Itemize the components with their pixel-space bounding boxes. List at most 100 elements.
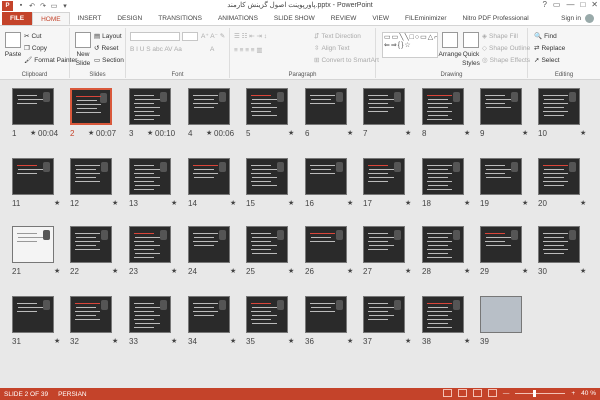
slide-thumbnail[interactable]: 33 ★ [129,296,177,346]
slide-preview[interactable] [246,158,288,195]
slide-preview[interactable] [12,226,54,263]
paste-button[interactable]: Paste [4,32,22,58]
slide-thumbnail[interactable]: 24 ★ [188,226,236,276]
section-button[interactable]: ▭ Section [94,56,124,65]
slide-preview[interactable] [129,88,171,125]
arrange-button[interactable]: Arrange [438,32,462,58]
slide-thumbnail[interactable]: 18 ★ [422,158,470,208]
transition-star-icon[interactable]: ★ [230,337,236,345]
help-button[interactable]: ? [542,0,546,9]
transition-star-icon[interactable]: ★ [147,129,153,137]
sign-in[interactable]: Sign in [561,14,594,23]
slide-thumbnail[interactable]: 3 ★ 00:10 [129,88,175,138]
transition-star-icon[interactable]: ★ [405,267,411,275]
transition-star-icon[interactable]: ★ [54,199,60,207]
transition-star-icon[interactable]: ★ [288,129,294,137]
slide-thumbnail[interactable]: 39 [480,296,522,346]
slide-preview[interactable] [246,88,288,125]
maximize-button[interactable]: □ [580,0,585,9]
slide-preview[interactable] [12,158,54,195]
slide-thumbnail[interactable]: 20 ★ [538,158,586,208]
transition-star-icon[interactable]: ★ [580,129,586,137]
slide-preview[interactable] [363,158,405,195]
tab-design[interactable]: DESIGN [109,12,150,25]
transition-star-icon[interactable]: ★ [464,199,470,207]
transition-star-icon[interactable]: ★ [347,129,353,137]
slide-preview[interactable] [246,296,288,333]
transition-star-icon[interactable]: ★ [206,129,212,137]
slide-thumbnail[interactable]: 27 ★ [363,226,411,276]
transition-star-icon[interactable]: ★ [522,267,528,275]
slide-thumbnail[interactable]: 6 ★ [305,88,353,138]
transition-star-icon[interactable]: ★ [464,267,470,275]
cut-button[interactable]: ✂ Cut [24,32,42,41]
transition-star-icon[interactable]: ★ [580,267,586,275]
slide-preview[interactable] [538,158,580,195]
slide-thumbnail[interactable]: 2 ★ 00:07 [70,88,116,138]
transition-star-icon[interactable]: ★ [54,267,60,275]
slide-thumbnail[interactable]: 35 ★ [246,296,294,346]
slide-thumbnail[interactable]: 30 ★ [538,226,586,276]
replace-button[interactable]: ⇄ Replace [534,44,565,53]
transition-star-icon[interactable]: ★ [230,267,236,275]
transition-star-icon[interactable]: ★ [112,199,118,207]
slide-thumbnail[interactable]: 31 ★ [12,296,60,346]
tab-fileminimizer[interactable]: FILEminimizer [397,12,455,25]
slide-preview[interactable] [129,158,171,195]
transition-star-icon[interactable]: ★ [171,199,177,207]
slide-sorter-view-button[interactable] [457,389,467,397]
slide-preview[interactable] [480,296,522,333]
slide-thumbnail[interactable]: 16 ★ [305,158,353,208]
slide-thumbnail[interactable]: 38 ★ [422,296,470,346]
normal-view-button[interactable] [442,389,452,397]
slide-thumbnail[interactable]: 11 ★ [12,158,60,208]
slide-thumbnail[interactable]: 1 ★ 00:04 [12,88,58,138]
transition-star-icon[interactable]: ★ [464,337,470,345]
transition-star-icon[interactable]: ★ [405,129,411,137]
slide-thumbnail[interactable]: 7 ★ [363,88,411,138]
slide-preview[interactable] [188,158,230,195]
slide-thumbnail[interactable]: 29 ★ [480,226,528,276]
tab-slide-show[interactable]: SLIDE SHOW [266,12,323,25]
transition-star-icon[interactable]: ★ [288,267,294,275]
transition-star-icon[interactable]: ★ [112,337,118,345]
slide-show-button[interactable] [487,389,497,397]
layout-button[interactable]: ▤ Layout [94,32,122,41]
slide-thumbnail[interactable]: 14 ★ [188,158,236,208]
slide-preview[interactable] [363,226,405,263]
redo-icon[interactable]: ↷ [39,2,47,10]
find-button[interactable]: 🔍 Find [534,32,557,41]
ribbon-display-button[interactable]: ▭ [553,0,561,9]
slide-preview[interactable] [538,88,580,125]
transition-star-icon[interactable]: ★ [288,337,294,345]
zoom-slider[interactable] [515,389,566,397]
align-text-button[interactable]: ⇳ Align Text [314,44,350,53]
slide-preview[interactable] [480,88,522,125]
transition-star-icon[interactable]: ★ [112,267,118,275]
tab-nitro-pdf[interactable]: Nitro PDF Professional [455,12,537,25]
slide-preview[interactable] [12,88,54,125]
new-slide-button[interactable]: New Slide [73,32,93,67]
slide-preview[interactable] [480,226,522,263]
reading-view-button[interactable] [472,389,482,397]
font-size-field[interactable] [182,32,198,41]
slide-thumbnail[interactable]: 21 ★ [12,226,60,276]
tab-insert[interactable]: INSERT [70,12,110,25]
slide-thumbnail[interactable]: 10 ★ [538,88,586,138]
convert-smartart-button[interactable]: ⊞ Convert to SmartArt [314,56,379,65]
close-button[interactable]: ✕ [591,0,598,9]
reset-button[interactable]: ↺ Reset [94,44,118,53]
tab-review[interactable]: REVIEW [323,12,365,25]
font-format-buttons[interactable]: B I U S abc AV Aa [130,46,182,53]
slide-thumbnail[interactable]: 28 ★ [422,226,470,276]
shape-fill-button[interactable]: ◈ Shape Fill [482,32,518,41]
zoom-slider-knob[interactable] [533,389,537,397]
tab-animations[interactable]: ANIMATIONS [210,12,266,25]
slide-thumbnail[interactable]: 17 ★ [363,158,411,208]
font-grow-shrink[interactable]: A⁺ A⁻ ✎ [201,32,225,40]
transition-star-icon[interactable]: ★ [405,337,411,345]
transition-star-icon[interactable]: ★ [347,267,353,275]
tab-view[interactable]: VIEW [364,12,397,25]
transition-star-icon[interactable]: ★ [522,199,528,207]
transition-star-icon[interactable]: ★ [288,199,294,207]
